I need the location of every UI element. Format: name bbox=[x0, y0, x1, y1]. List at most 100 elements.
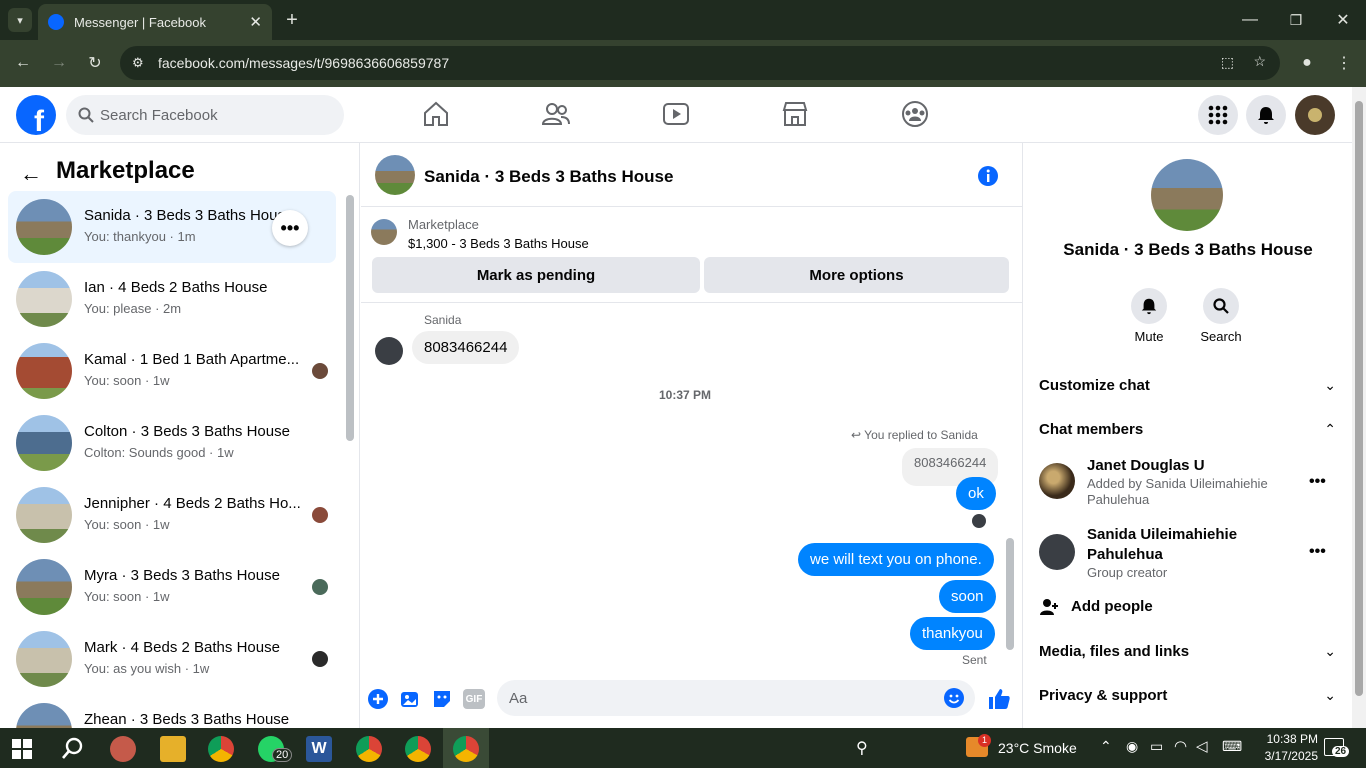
conversation-item[interactable]: Myra · 3 Beds 3 Baths House You: soon · … bbox=[8, 551, 336, 623]
conversation-item[interactable]: Sanida · 3 Beds 3 Baths House You: thank… bbox=[8, 191, 336, 263]
facebook-logo[interactable]: f bbox=[16, 95, 56, 135]
back-arrow-icon[interactable]: ← bbox=[20, 161, 42, 187]
paint-app-icon[interactable] bbox=[110, 736, 136, 762]
word-app-icon[interactable]: W bbox=[306, 736, 332, 762]
video-icon[interactable] bbox=[661, 99, 691, 129]
chevron-down-icon[interactable]: ⌄ bbox=[1324, 687, 1336, 704]
member-options-icon[interactable]: ••• bbox=[1309, 473, 1326, 491]
customize-chat-section[interactable]: Customize chat bbox=[1039, 377, 1150, 394]
message-input[interactable]: Aa bbox=[497, 680, 975, 716]
media-section[interactable]: Media, files and links bbox=[1039, 643, 1189, 660]
close-tab-icon[interactable]: ✕ bbox=[249, 13, 262, 31]
info-icon[interactable] bbox=[977, 165, 999, 187]
member-name[interactable]: Sanida Uileimahiehie Pahulehua bbox=[1087, 525, 1267, 565]
gif-icon[interactable]: GIF bbox=[463, 689, 485, 709]
sender-avatar[interactable] bbox=[375, 337, 403, 365]
mute-button[interactable] bbox=[1131, 288, 1167, 324]
add-people-button[interactable]: Add people bbox=[1071, 598, 1153, 615]
notifications-button[interactable] bbox=[1246, 95, 1286, 135]
reload-icon[interactable]: ↻ bbox=[84, 52, 106, 74]
weather-text[interactable]: 23°C Smoke bbox=[998, 740, 1077, 756]
chevron-down-icon[interactable]: ⌄ bbox=[1324, 643, 1336, 660]
chat-members-section[interactable]: Chat members bbox=[1039, 421, 1143, 438]
search-input[interactable]: Search Facebook bbox=[66, 95, 344, 135]
conversation-item[interactable]: Ian · 4 Beds 2 Baths House You: please ·… bbox=[8, 263, 336, 335]
thumbs-up-icon[interactable] bbox=[987, 687, 1011, 711]
photo-icon[interactable] bbox=[399, 688, 421, 710]
outgoing-message[interactable]: we will text you on phone. bbox=[798, 543, 994, 576]
clock-time[interactable]: 10:38 PM bbox=[1258, 732, 1318, 746]
battery-icon[interactable]: ▭ bbox=[1150, 738, 1163, 755]
conversation-preview: You: thankyou · 1m bbox=[84, 229, 196, 244]
conversation-item[interactable]: Kamal · 1 Bed 1 Bath Apartme... You: soo… bbox=[8, 335, 336, 407]
people-icon[interactable]: ⚲ bbox=[856, 738, 868, 758]
chat-scrollbar[interactable] bbox=[1006, 538, 1014, 650]
file-explorer-icon[interactable] bbox=[160, 736, 186, 762]
member-avatar[interactable] bbox=[1039, 534, 1075, 570]
page-scrollbar[interactable] bbox=[1352, 87, 1366, 728]
mark-pending-button[interactable]: Mark as pending bbox=[372, 257, 700, 293]
wifi-icon[interactable]: ◠ bbox=[1174, 737, 1187, 755]
minimize-icon[interactable]: — bbox=[1240, 10, 1260, 30]
plus-circle-icon[interactable] bbox=[367, 688, 389, 710]
chat-title[interactable]: Sanida · 3 Beds 3 Baths House bbox=[424, 167, 673, 187]
sticker-icon[interactable] bbox=[431, 688, 453, 710]
profile-icon[interactable]: ● bbox=[1296, 52, 1318, 74]
chevron-up-icon[interactable]: ⌃ bbox=[1100, 738, 1112, 755]
incoming-message[interactable]: 8083466244 bbox=[412, 331, 520, 364]
conversation-item[interactable]: Jennipher · 4 Beds 2 Baths Ho... You: so… bbox=[8, 479, 336, 551]
browser-tab[interactable]: Messenger | Facebook ✕ bbox=[38, 4, 272, 40]
marketplace-icon[interactable] bbox=[780, 99, 810, 129]
member-avatar[interactable] bbox=[1039, 463, 1075, 499]
bell-icon bbox=[1258, 107, 1274, 124]
chat-avatar[interactable] bbox=[375, 155, 415, 195]
site-info-icon[interactable]: ⚙ bbox=[132, 55, 144, 71]
listing-price[interactable]: $1,300 - 3 Beds 3 Baths House bbox=[408, 236, 589, 251]
chevron-up-icon[interactable]: ⌃ bbox=[1324, 421, 1336, 438]
conversation-item[interactable]: Colton · 3 Beds 3 Baths House Colton: So… bbox=[8, 407, 336, 479]
new-tab-icon[interactable]: + bbox=[282, 9, 302, 31]
volume-icon[interactable]: ◁ bbox=[1196, 737, 1208, 755]
member-name[interactable]: Janet Douglas U bbox=[1087, 457, 1205, 474]
seen-avatar bbox=[312, 507, 328, 523]
camera-icon[interactable]: ◉ bbox=[1126, 738, 1138, 755]
reply-indicator: ↩ You replied to Sanida bbox=[851, 428, 978, 442]
chevron-down-icon[interactable]: ⌄ bbox=[1324, 377, 1336, 394]
outgoing-message[interactable]: soon bbox=[939, 580, 996, 613]
keyboard-icon[interactable]: ⌨ bbox=[1222, 738, 1242, 755]
bookmark-star-icon[interactable]: ☆ bbox=[1253, 53, 1266, 70]
url-field[interactable]: ⚙ facebook.com/messages/t/96986366068597… bbox=[120, 46, 1280, 80]
chrome-profile-icon[interactable] bbox=[405, 736, 431, 762]
page-scroll-thumb[interactable] bbox=[1355, 101, 1363, 696]
clock-date[interactable]: 3/17/2025 bbox=[1258, 749, 1318, 763]
chrome-app-icon[interactable] bbox=[208, 736, 234, 762]
install-app-icon[interactable]: ⬚ bbox=[1221, 54, 1234, 71]
back-icon[interactable]: ← bbox=[12, 52, 34, 74]
conversation-item[interactable]: Zhean · 3 Beds 3 Baths House bbox=[8, 695, 336, 728]
more-options-button[interactable]: More options bbox=[704, 257, 1009, 293]
menu-grid-button[interactable] bbox=[1198, 95, 1238, 135]
groups-icon[interactable] bbox=[900, 99, 930, 129]
home-icon[interactable] bbox=[421, 99, 451, 129]
forward-icon[interactable]: → bbox=[48, 52, 70, 74]
outgoing-message[interactable]: thankyou bbox=[910, 617, 995, 650]
member-options-icon[interactable]: ••• bbox=[1309, 543, 1326, 561]
friends-icon[interactable] bbox=[541, 99, 571, 129]
search-placeholder: Search Facebook bbox=[100, 106, 218, 124]
chrome-active-icon[interactable] bbox=[453, 736, 479, 762]
restore-icon[interactable]: ❐ bbox=[1286, 10, 1306, 30]
chrome-profile-icon[interactable] bbox=[356, 736, 382, 762]
menu-kebab-icon[interactable]: ⋮ bbox=[1334, 52, 1354, 74]
list-scrollbar[interactable] bbox=[346, 195, 354, 441]
windows-start-icon[interactable] bbox=[12, 739, 32, 759]
outgoing-message[interactable]: ok bbox=[956, 477, 996, 510]
conversation-item[interactable]: Mark · 4 Beds 2 Baths House You: as you … bbox=[8, 623, 336, 695]
search-icon[interactable] bbox=[60, 736, 86, 762]
search-chat-button[interactable] bbox=[1203, 288, 1239, 324]
tab-search-icon[interactable]: ▾ bbox=[8, 8, 32, 32]
emoji-icon[interactable] bbox=[943, 687, 965, 709]
close-window-icon[interactable]: ✕ bbox=[1333, 10, 1353, 30]
profile-avatar[interactable] bbox=[1295, 95, 1335, 135]
privacy-section[interactable]: Privacy & support bbox=[1039, 687, 1167, 704]
more-options-icon[interactable]: ••• bbox=[272, 210, 308, 246]
